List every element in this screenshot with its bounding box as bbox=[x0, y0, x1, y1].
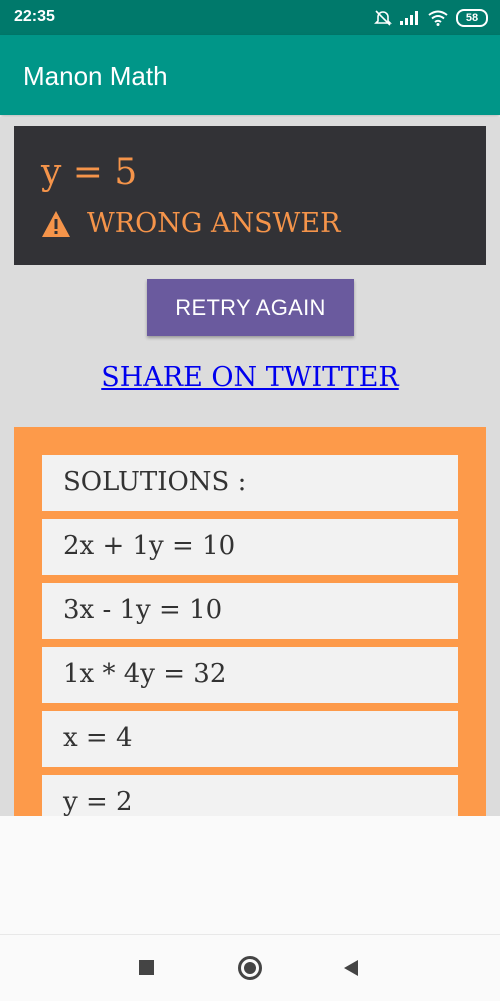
home-icon[interactable] bbox=[238, 956, 262, 980]
app-title: Manon Math bbox=[23, 61, 168, 91]
solution-item-text: x = 4 bbox=[63, 723, 133, 753]
app-bar: Manon Math bbox=[0, 35, 500, 115]
solutions-header-label: SOLUTIONS : bbox=[63, 467, 247, 497]
battery-icon: 58 bbox=[456, 9, 488, 27]
solution-item: y = 2 bbox=[42, 775, 458, 816]
solution-item-text: y = 2 bbox=[63, 787, 133, 816]
solution-item: 3x - 1y = 10 bbox=[42, 583, 458, 639]
status-icons: 58 bbox=[374, 7, 488, 29]
content-area: y = 5 WRONG ANSWER RETRY AGAIN SHARE ON … bbox=[0, 117, 500, 816]
navigation-bar bbox=[0, 934, 500, 1001]
warning-icon bbox=[42, 210, 70, 237]
solution-item: 1x * 4y = 32 bbox=[42, 647, 458, 703]
solution-item: 2x + 1y = 10 bbox=[42, 519, 458, 575]
result-status: WRONG ANSWER bbox=[41, 208, 340, 239]
wifi-icon bbox=[428, 10, 448, 26]
result-status-text: WRONG ANSWER bbox=[87, 208, 341, 239]
solution-item-text: 3x - 1y = 10 bbox=[63, 595, 223, 625]
solution-item-text: 2x + 1y = 10 bbox=[63, 531, 236, 561]
share-twitter-link[interactable]: SHARE ON TWITTER bbox=[0, 362, 500, 393]
status-bar: 22:35 58 bbox=[0, 0, 500, 35]
back-icon[interactable] bbox=[343, 959, 359, 977]
alarm-off-icon bbox=[374, 10, 392, 26]
result-card: y = 5 WRONG ANSWER bbox=[14, 126, 486, 265]
signal-icon bbox=[400, 11, 418, 25]
result-value: y = 5 bbox=[41, 152, 138, 193]
solution-item-text: 1x * 4y = 32 bbox=[63, 659, 227, 689]
status-time: 22:35 bbox=[14, 8, 55, 25]
retry-button[interactable]: RETRY AGAIN bbox=[147, 279, 354, 336]
solution-item: x = 4 bbox=[42, 711, 458, 767]
solutions-header: SOLUTIONS : bbox=[42, 455, 458, 511]
recents-icon[interactable] bbox=[139, 960, 154, 975]
solutions-panel: SOLUTIONS : 2x + 1y = 10 3x - 1y = 10 1x… bbox=[14, 427, 486, 816]
